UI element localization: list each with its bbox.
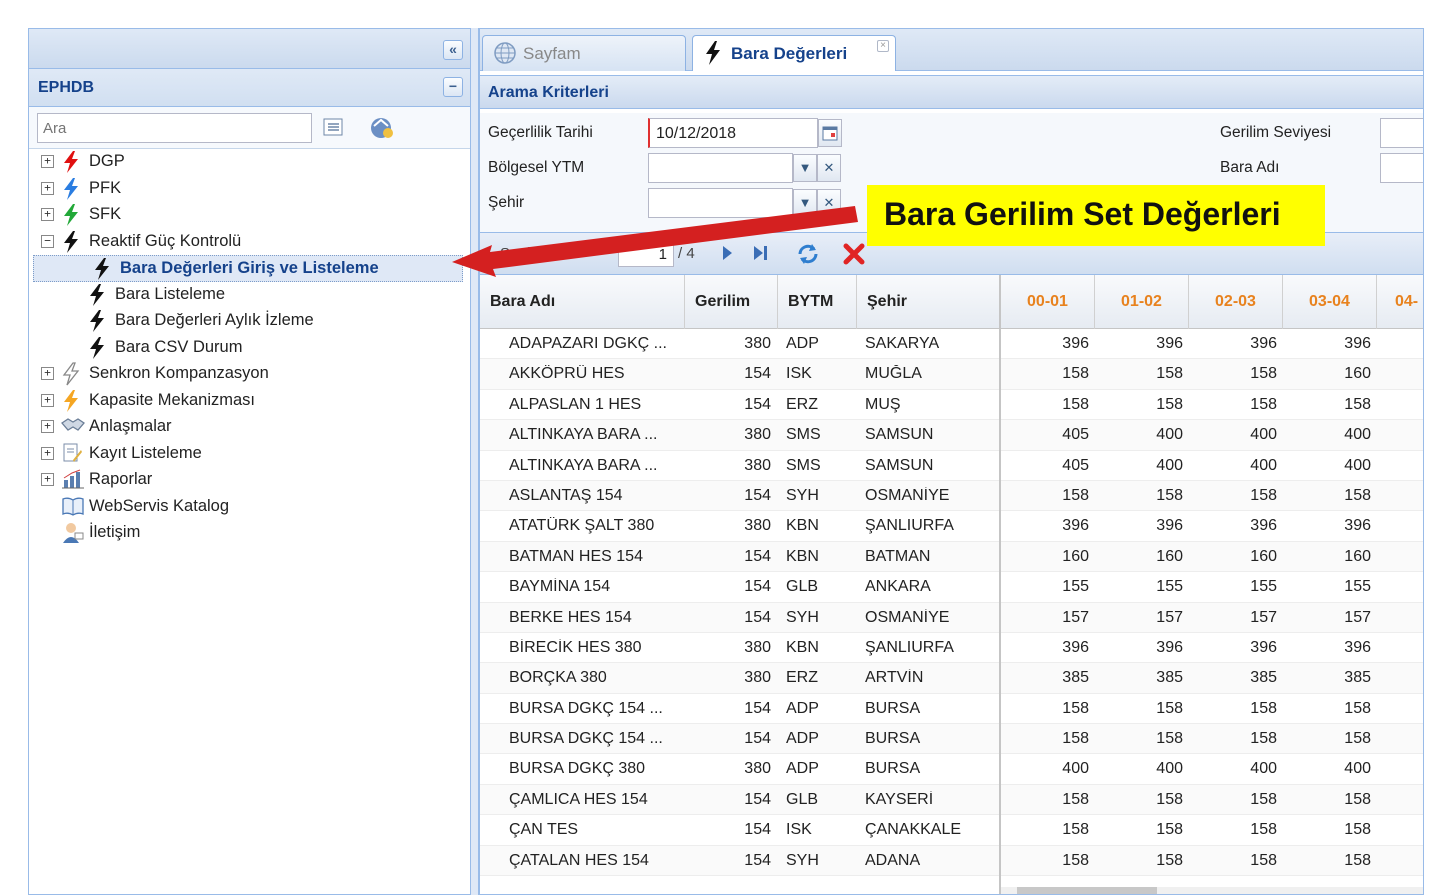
callout-text: Bara Gerilim Set Değerleri bbox=[884, 196, 1281, 232]
callout-arrow bbox=[452, 206, 858, 277]
annotation-callout: Bara Gerilim Set Değerleri bbox=[867, 185, 1325, 246]
